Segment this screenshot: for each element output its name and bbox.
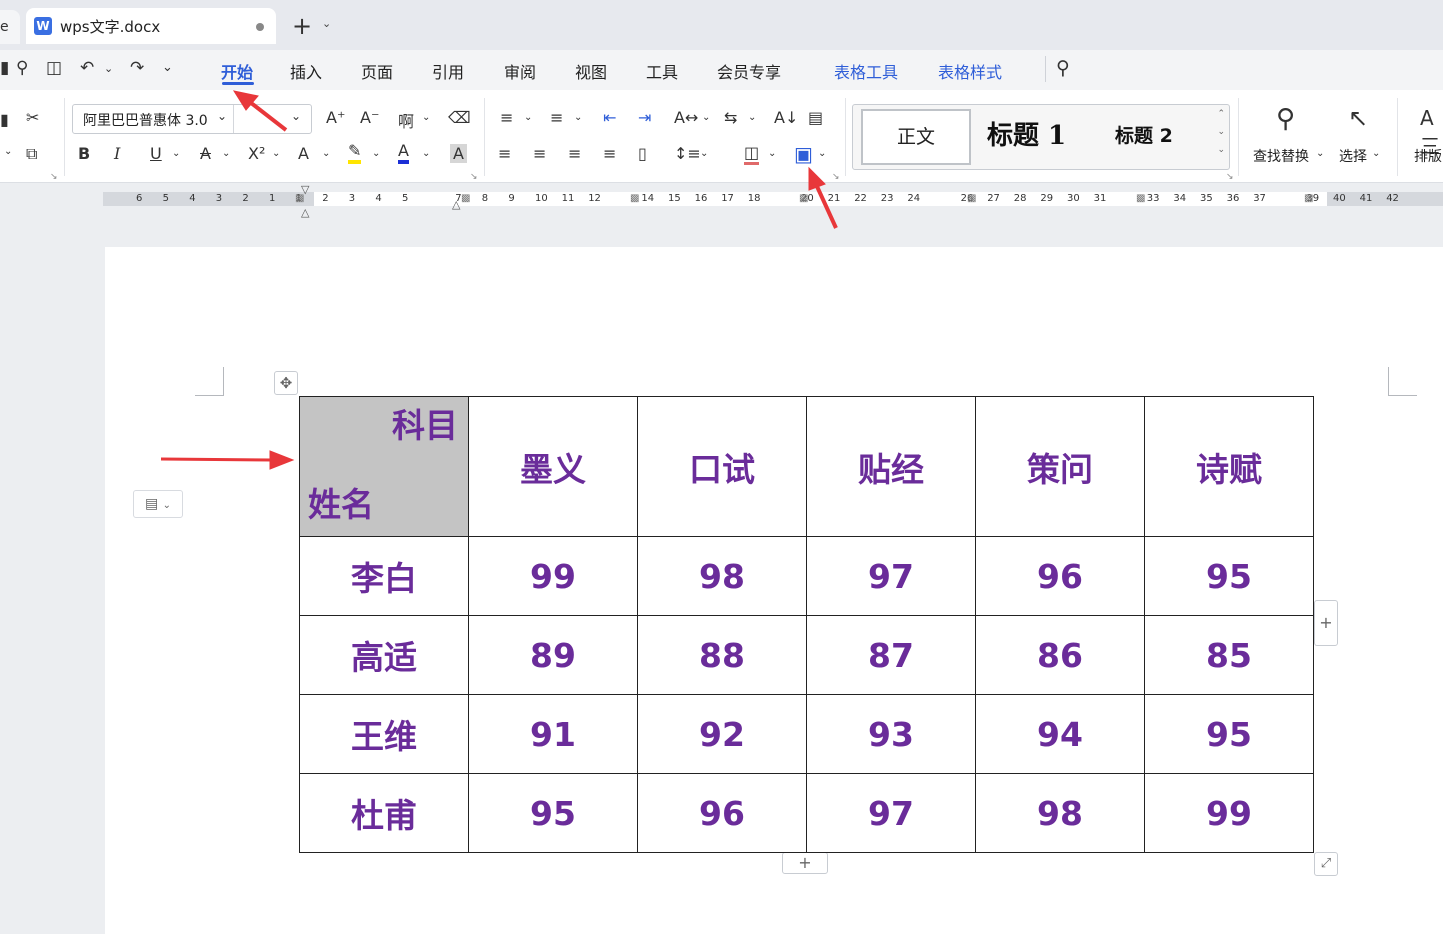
arrow-to-diagonal-cell xyxy=(160,450,295,470)
annotation-arrows xyxy=(160,90,838,470)
arrow-to-borders-button xyxy=(808,166,838,229)
arrow-to-home-menu xyxy=(232,90,288,132)
